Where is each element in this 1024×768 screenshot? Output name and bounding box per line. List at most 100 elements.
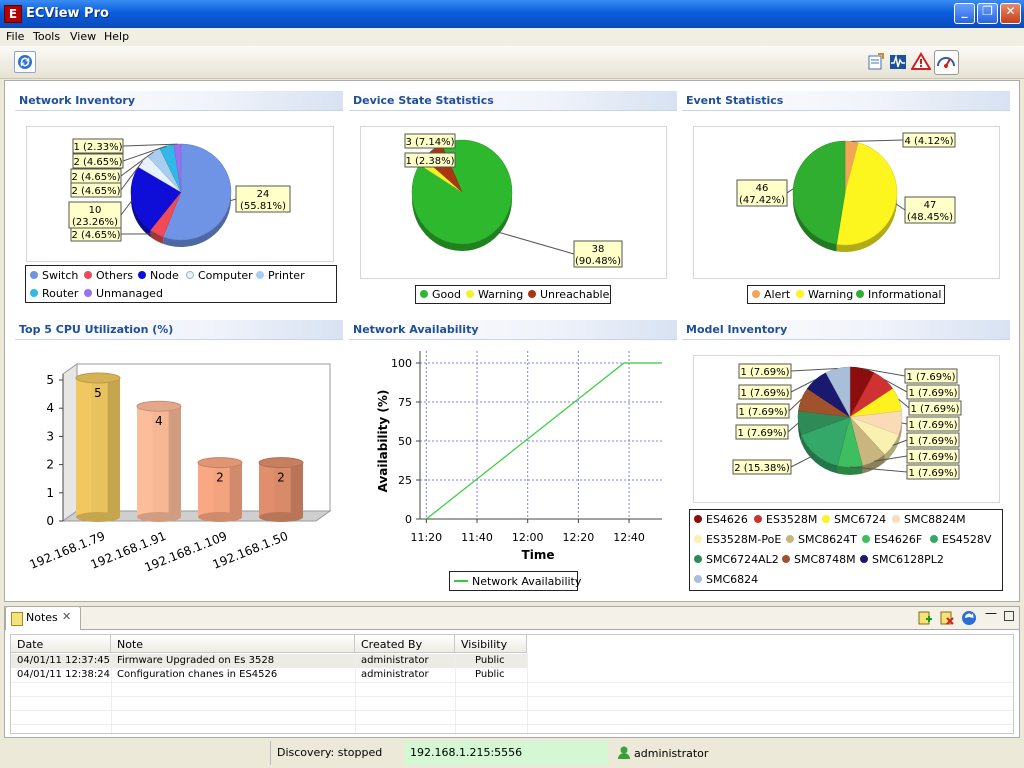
callout-leader: [851, 139, 904, 142]
legend-dot: [694, 535, 702, 543]
legend-item: Good: [420, 288, 461, 301]
legend-label: ES3528M-PoE: [706, 533, 782, 546]
column-header-created-by[interactable]: Created By: [355, 635, 455, 653]
device-state-pie-chart: 38 (90.48%) 1 (2.38%) 3 (7.14%): [404, 133, 623, 268]
panel-title-device-state: Device State Statistics: [349, 91, 677, 111]
y-tick-label: 4: [46, 401, 54, 415]
legend-label: Computer: [198, 269, 253, 282]
legend-label: Router: [42, 287, 79, 300]
callout-label: 1 (7.69%): [910, 404, 959, 415]
callout-label-line: 1 (7.69%): [906, 372, 955, 383]
legend-dot: [860, 555, 868, 563]
y-tick-label: 2: [46, 458, 54, 472]
callout-label: 2 (15.38%): [734, 463, 790, 474]
legend-dot: [30, 289, 38, 297]
callout-leader: [895, 203, 906, 211]
legend-dot: [786, 535, 794, 543]
legend-item: ES3528M-PoE: [694, 533, 781, 546]
legend-item: Computer: [186, 269, 253, 282]
refresh-notes-button[interactable]: [961, 610, 977, 626]
legend-item: Router: [30, 287, 78, 300]
close-button[interactable]: ✕: [1000, 3, 1021, 24]
close-tab-icon[interactable]: ✕: [62, 610, 71, 623]
discovery-status: Discovery: stopped: [270, 741, 402, 765]
callout-leader: [120, 200, 133, 216]
callout-label: 2 (4.65%): [73, 157, 122, 168]
callout-label-line: 47: [924, 200, 937, 211]
callout-label-line: 1 (7.69%): [740, 367, 789, 378]
dashboard-button[interactable]: [934, 50, 959, 75]
column-header-date[interactable]: Date: [11, 635, 111, 653]
menu-view[interactable]: View: [70, 30, 96, 43]
export-button[interactable]: [866, 52, 888, 74]
add-note-button[interactable]: [917, 610, 933, 626]
legend-label: SMC8748M: [794, 553, 856, 566]
col-divider: [527, 653, 528, 733]
cpu-bar-chart: 0123455192.168.1.794192.168.1.912192.168…: [28, 363, 332, 575]
legend-dot: [420, 290, 428, 298]
callout-label: 1 (7.69%): [908, 452, 957, 463]
network-inventory-pie-chart: 24 (55.81%) 2 (4.65%) 10 (23.26%) 2 (4.65%) 2 …: [68, 138, 291, 247]
x-tick-label: 11:40: [461, 531, 493, 544]
legend-item: Unmanaged: [84, 287, 163, 300]
legend-item: Others: [84, 269, 133, 282]
callout-label: 1 (7.69%): [740, 388, 789, 399]
availability-line-chart: 0 25 50 75 100 11:20 11:40 12:00 12:20 12:40 Time A…: [376, 351, 662, 562]
column-header-visibility[interactable]: Visibility: [455, 635, 527, 653]
alert-button[interactable]: [910, 52, 933, 74]
network-inventory-legend: Switch Others Node Computer Printer Rout…: [25, 265, 337, 303]
graph-button[interactable]: [888, 52, 910, 74]
user-name: administrator: [634, 747, 709, 760]
bar-value-label: 2: [216, 471, 224, 485]
callout-label: 1 (7.69%): [740, 367, 789, 378]
device-state-legend: Good Warning Unreachable: [415, 285, 611, 304]
x-axis-label: Time: [522, 548, 555, 562]
callout-label-line: (90.48%): [575, 256, 621, 267]
callout-label-line: 38: [592, 244, 605, 255]
legend-dot: [138, 271, 146, 279]
legend-label: SMC8824M: [904, 513, 966, 526]
callout-label-line: 2 (4.65%): [71, 172, 120, 183]
legend-label: Network Availability: [472, 575, 582, 588]
cell-note: Firmware Upgraded on Es 3528: [117, 655, 275, 666]
legend-label: Warning: [808, 288, 854, 301]
callout-label: 1 (7.69%): [908, 468, 957, 479]
bar-base: [259, 512, 303, 522]
callout-label-line: 46: [756, 183, 769, 194]
legend-item: Warning: [466, 288, 523, 301]
menu-help[interactable]: Help: [104, 30, 129, 43]
maximize-view-icon[interactable]: [1004, 611, 1014, 621]
bar-shade: [229, 462, 242, 517]
minimize-view-icon[interactable]: —: [985, 607, 997, 619]
callout-label-line: 1 (7.69%): [737, 428, 786, 439]
minimize-button[interactable]: _: [954, 3, 975, 24]
menu-tools[interactable]: Tools: [33, 30, 60, 43]
legend-label: Others: [96, 269, 133, 282]
tab-notes[interactable]: Notes ✕: [5, 606, 81, 630]
callout-label: 1 (7.69%): [908, 388, 957, 399]
column-header-note[interactable]: Note: [111, 635, 355, 653]
row-divider: [11, 696, 1013, 697]
legend-label: Printer: [268, 269, 305, 282]
notes-panel: Date Note Created By Visibility 04/01/11…: [4, 630, 1020, 738]
bar: [258, 457, 304, 522]
callout-label-line: 1 (2.33%): [73, 142, 122, 153]
legend-dot: [466, 290, 474, 298]
delete-note-button[interactable]: [939, 610, 955, 626]
menu-file[interactable]: File: [6, 30, 24, 43]
legend-label: ES4528V: [942, 533, 992, 546]
bar-top: [75, 372, 121, 384]
panel-title-network-inventory: Network Inventory: [15, 91, 343, 111]
legend-label: SMC6128PL2: [872, 553, 944, 566]
legend-item: ES4626F: [862, 533, 922, 546]
legend-dot: [862, 535, 870, 543]
refresh-button[interactable]: [14, 51, 36, 73]
toolbar: [0, 46, 1024, 79]
x-tick-label: 12:40: [613, 531, 645, 544]
legend-item: SMC6824: [694, 573, 758, 586]
callout-label-line: 2 (4.65%): [73, 157, 122, 168]
legend-item: Alert: [752, 288, 790, 301]
maximize-button[interactable]: ❐: [977, 3, 998, 24]
legend-item: Informational: [856, 288, 941, 301]
y-axis-label: Availability (%): [376, 390, 390, 493]
